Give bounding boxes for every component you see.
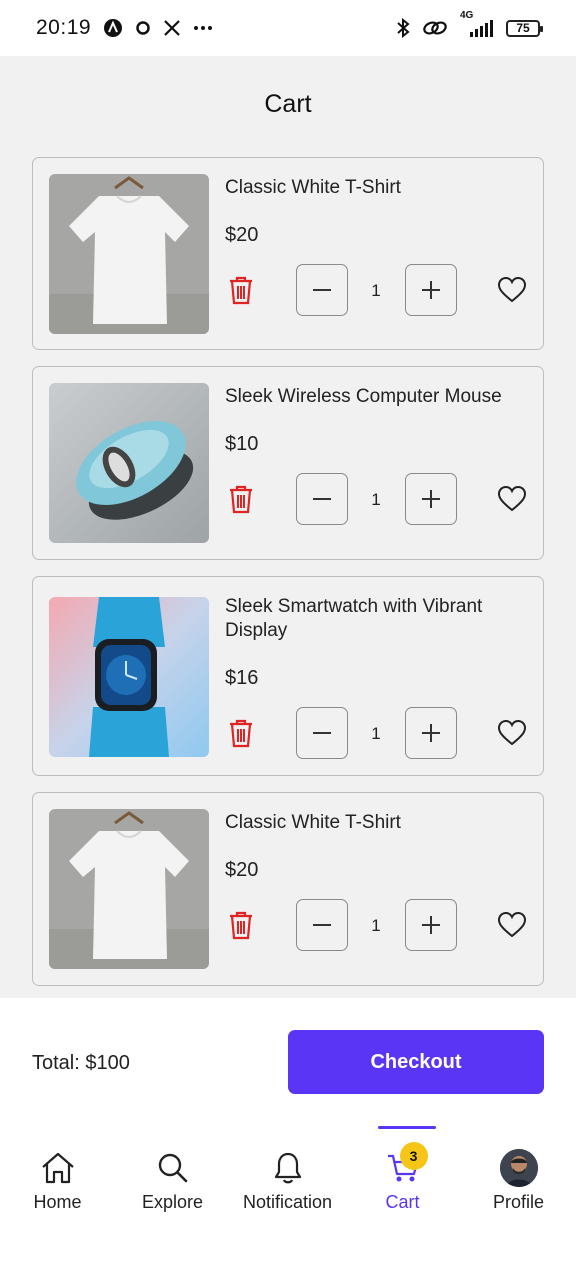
decrease-quantity-button[interactable] (296, 473, 348, 525)
cart-badge: 3 (399, 1142, 428, 1170)
status-bar: 20:19 4G 75 (0, 0, 576, 56)
quantity-value: 1 (371, 724, 381, 743)
nav-item-explore[interactable]: Explore (115, 1148, 230, 1213)
more-icon (193, 25, 213, 31)
cart-item: Classic White T-Shirt $20 1 (32, 792, 544, 986)
white-tshirt-image (49, 809, 209, 969)
page-title: Cart (264, 90, 312, 118)
item-title: Sleek Wireless Computer Mouse (225, 386, 502, 407)
total-label: Total: $100 (32, 1052, 130, 1074)
trash-icon[interactable] (227, 484, 255, 514)
status-left: 20:19 (36, 16, 213, 40)
nav-label-profile: Profile (492, 1192, 545, 1212)
bluetooth-icon (396, 18, 410, 38)
favorite-icon[interactable] (497, 275, 527, 305)
x-icon (163, 19, 181, 37)
quantity-value: 1 (371, 490, 381, 509)
favorite-icon[interactable] (497, 910, 527, 940)
decrease-quantity-button[interactable] (296, 264, 348, 316)
network-label: 4G (460, 10, 474, 21)
cart-item: Classic White T-Shirt $20 1 (32, 157, 544, 350)
assistant-icon (103, 18, 123, 38)
checkout-panel: Total: $100 Checkout Home Explore Notifi… (0, 998, 576, 1280)
nav-item-home[interactable]: Home (0, 1148, 115, 1213)
item-title: Sleek Smartwatch with Vibrant Display (225, 596, 483, 641)
increase-quantity-button[interactable] (405, 707, 457, 759)
nav-label-explore: Explore (141, 1192, 204, 1212)
trash-icon[interactable] (227, 718, 255, 748)
home-icon (40, 1148, 76, 1188)
cart-screen: Cart Classic White T-Shirt $20 1 Sleek W… (0, 56, 576, 998)
increase-quantity-button[interactable] (405, 899, 457, 951)
item-price: $20 (225, 224, 259, 246)
signal-icon: 4G (460, 10, 494, 38)
nav-item-notification[interactable]: Notification (230, 1148, 345, 1213)
checkout-button[interactable]: Checkout (288, 1030, 544, 1094)
item-price: $10 (225, 433, 259, 455)
item-title: Classic White T-Shirt (225, 177, 401, 198)
white-tshirt-image (49, 174, 209, 334)
nav-label-cart: Cart (385, 1192, 420, 1212)
trash-icon[interactable] (227, 910, 255, 940)
cart-icon: 3 (386, 1142, 428, 1188)
quantity-value: 1 (371, 281, 381, 300)
circle-icon (135, 20, 151, 36)
status-time: 20:19 (36, 16, 92, 39)
quantity-value: 1 (371, 916, 381, 935)
item-title: Classic White T-Shirt (225, 812, 401, 833)
item-price: $16 (225, 667, 259, 689)
bell-icon (273, 1148, 303, 1188)
nav-item-cart[interactable]: 3 Cart (345, 1142, 460, 1213)
nav-label-notification: Notification (242, 1192, 333, 1212)
decrease-quantity-button[interactable] (296, 707, 348, 759)
smartwatch-image (49, 597, 209, 757)
cart-item: Sleek Smartwatch with Vibrant Display $1… (32, 576, 544, 776)
avatar (499, 1148, 538, 1188)
battery-indicator: 75 (506, 19, 543, 37)
link-icon (422, 19, 448, 37)
trash-icon[interactable] (227, 275, 255, 305)
wireless-mouse-image (49, 383, 209, 543)
increase-quantity-button[interactable] (405, 264, 457, 316)
increase-quantity-button[interactable] (405, 473, 457, 525)
favorite-icon[interactable] (497, 484, 527, 514)
favorite-icon[interactable] (497, 718, 527, 748)
active-tab-indicator (378, 1126, 436, 1129)
bottom-nav: Home Explore Notification 3 Cart Profile (0, 1142, 576, 1228)
status-right: 4G 75 (396, 10, 543, 38)
decrease-quantity-button[interactable] (296, 899, 348, 951)
search-icon (157, 1148, 189, 1188)
nav-label-home: Home (33, 1192, 82, 1212)
cart-item: Sleek Wireless Computer Mouse $10 1 (32, 366, 544, 560)
nav-item-profile[interactable]: Profile (461, 1148, 576, 1213)
item-price: $20 (225, 859, 259, 881)
